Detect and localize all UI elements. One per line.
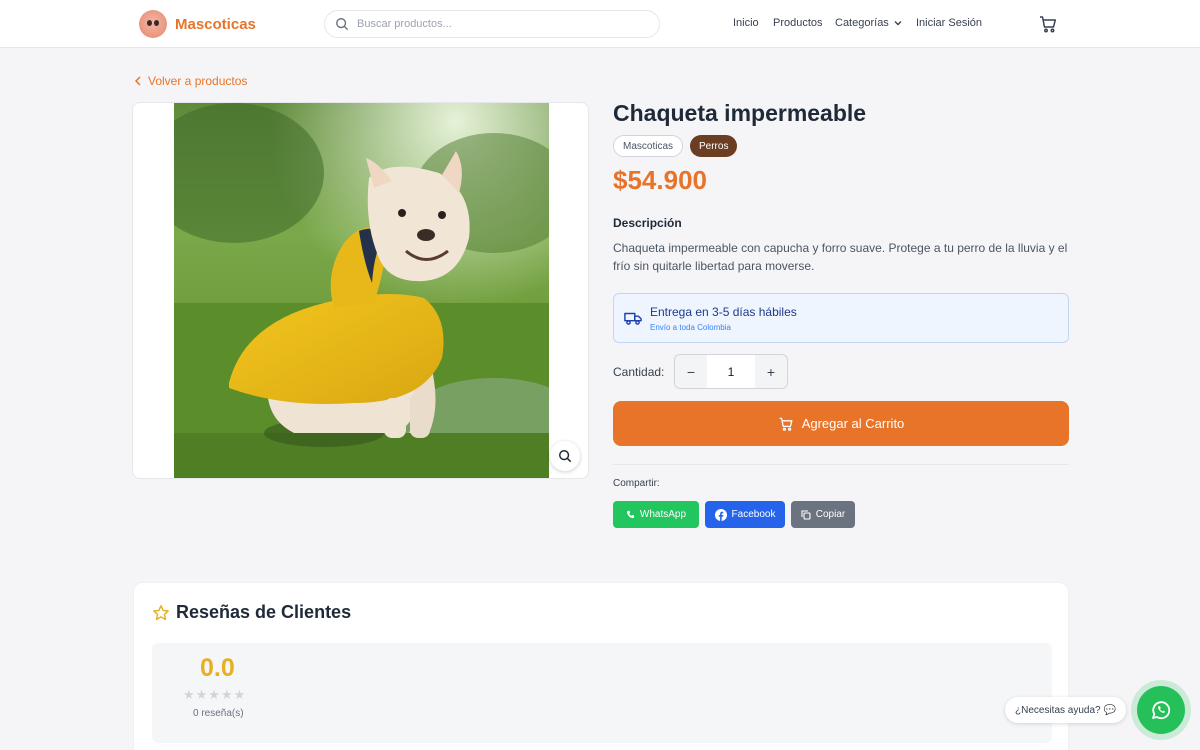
share-whatsapp-label: WhatsApp (639, 509, 687, 520)
zoom-button[interactable] (550, 441, 580, 471)
tag-brand[interactable]: Mascoticas (613, 135, 684, 157)
star-outline-icon (153, 604, 169, 620)
share-facebook-label: Facebook (731, 509, 776, 520)
nav-productos[interactable]: Productos (773, 17, 823, 29)
back-link-label: Volver a productos (148, 74, 248, 88)
add-to-cart-label: Agregar al Carrito (801, 416, 905, 431)
quantity-value[interactable]: 1 (707, 355, 755, 388)
chevron-left-icon (134, 76, 141, 86)
delivery-info-box: Entrega en 3-5 días hábiles Envío a toda… (613, 293, 1069, 343)
cart-icon (1040, 16, 1057, 33)
nav-inicio[interactable]: Inicio (733, 17, 759, 29)
back-to-products-link[interactable]: Volver a productos (134, 74, 247, 88)
quantity-increase-button[interactable]: + (755, 355, 787, 388)
average-rating: 0.0 (200, 654, 235, 682)
help-bubble-text: ¿Necesitas ayuda? (1015, 704, 1101, 716)
whatsapp-float-inner (1137, 686, 1185, 734)
nav-iniciar-sesion[interactable]: Iniciar Sesión (916, 17, 982, 29)
brand-name: Mascoticas (175, 15, 256, 33)
brand-logo-link[interactable]: Mascoticas (139, 10, 256, 38)
quantity-stepper: − 1 + (674, 354, 788, 389)
reviews-heading: Reseñas de Clientes (152, 602, 351, 623)
customer-reviews-section: Reseñas de Clientes 0.0 ★★★★★ 0 reseña(s… (133, 582, 1069, 750)
cart-button[interactable] (1038, 14, 1058, 34)
search-bar[interactable] (324, 10, 660, 38)
search-input[interactable] (357, 18, 637, 30)
product-title: Chaqueta impermeable (613, 100, 867, 126)
nav-categorias-label: Categorías (835, 17, 889, 29)
add-to-cart-button[interactable]: Agregar al Carrito (613, 401, 1069, 446)
cart-icon (779, 417, 793, 431)
divider (613, 464, 1069, 465)
whatsapp-float-button[interactable] (1131, 680, 1191, 740)
delivery-title: Entrega en 3-5 días hábiles (650, 305, 797, 319)
brand-logo-icon (139, 10, 167, 38)
copy-icon (801, 509, 811, 520)
product-price: $54.900 (613, 165, 707, 195)
truck-icon (624, 312, 642, 325)
rating-summary: 0.0 ★★★★★ 0 reseña(s) (152, 643, 1052, 743)
rating-stars: ★★★★★ (183, 687, 247, 702)
help-bubble[interactable]: ¿Necesitas ayuda? 💬 (1005, 697, 1127, 723)
share-whatsapp-button[interactable]: WhatsApp (613, 501, 699, 528)
whatsapp-icon (1152, 701, 1171, 720)
nav-categorias[interactable]: Categorías (835, 17, 903, 29)
reviews-title: Reseñas de Clientes (176, 602, 352, 622)
dog-in-yellow-jacket-image (174, 103, 549, 478)
description-heading: Descripción (613, 216, 682, 230)
copy-link-label: Copiar (815, 509, 846, 520)
tag-category[interactable]: Perros (690, 135, 738, 157)
product-image-card (132, 102, 589, 479)
zoom-icon (559, 450, 572, 463)
share-facebook-button[interactable]: Facebook (705, 501, 785, 528)
search-icon (336, 18, 349, 31)
product-photo[interactable] (174, 103, 549, 478)
facebook-icon (714, 508, 727, 521)
top-header: Mascoticas Inicio Productos Categorías I… (0, 0, 1200, 48)
share-label: Compartir: (613, 478, 660, 489)
chevron-down-icon (894, 21, 902, 26)
review-count: 0 reseña(s) (193, 708, 244, 719)
copy-link-button[interactable]: Copiar (791, 501, 855, 528)
speech-bubble-icon: 💬 (1103, 704, 1117, 716)
product-description: Chaqueta impermeable con capucha y forro… (613, 241, 1068, 273)
phone-icon (626, 510, 635, 519)
quantity-decrease-button[interactable]: − (675, 355, 707, 388)
delivery-subtitle: Envío a toda Colombia (650, 323, 731, 332)
quantity-label: Cantidad: (613, 365, 665, 379)
